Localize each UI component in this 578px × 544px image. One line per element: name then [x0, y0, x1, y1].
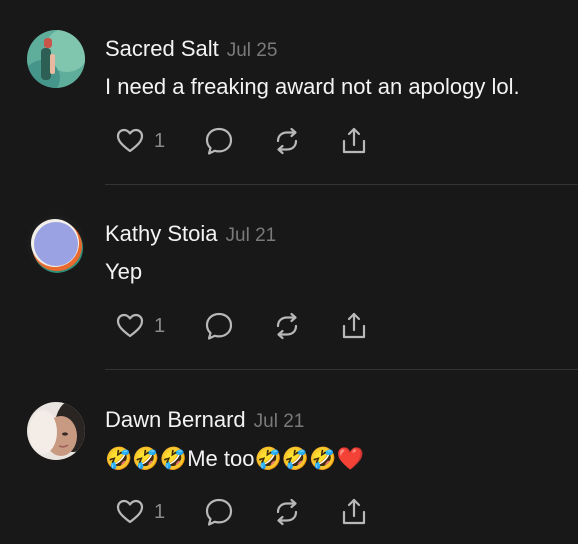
comment-date: Jul 21 [225, 225, 277, 246]
emoji-group: 🤣🤣🤣 [105, 446, 188, 471]
avatar[interactable] [27, 215, 85, 273]
share-button[interactable] [340, 125, 368, 157]
repost-icon [276, 498, 298, 526]
author-name[interactable]: Sacred Salt [105, 36, 219, 61]
share-icon [342, 312, 366, 339]
comment-header: Kathy Stoia Jul 21 [105, 221, 276, 247]
like-count: 1 [154, 500, 166, 523]
reply-button[interactable] [204, 310, 234, 342]
repost-icon [276, 127, 298, 155]
heart-icon [116, 128, 144, 153]
comment-text-words: Me too [187, 446, 255, 471]
heart-icon [116, 313, 144, 338]
comment-text: 🤣🤣🤣Me too🤣🤣🤣❤️ [105, 446, 364, 472]
author-name[interactable]: Dawn Bernard [105, 407, 246, 432]
comment-date: Jul 25 [226, 40, 278, 61]
repost-button[interactable] [272, 310, 302, 342]
author-name[interactable]: Kathy Stoia [105, 221, 218, 246]
repost-icon [276, 312, 298, 340]
comment-header: Dawn Bernard Jul 21 [105, 407, 304, 433]
divider [105, 184, 578, 185]
repost-button[interactable] [272, 496, 302, 528]
divider [105, 369, 578, 370]
like-button[interactable]: 1 [116, 125, 165, 157]
like-count: 1 [154, 129, 166, 152]
reply-button[interactable] [204, 125, 234, 157]
comment-bubble-icon [205, 312, 233, 340]
like-button[interactable]: 1 [116, 310, 165, 342]
reply-button[interactable] [204, 496, 234, 528]
share-button[interactable] [340, 310, 368, 342]
avatar[interactable] [27, 402, 85, 460]
avatar[interactable] [27, 30, 85, 88]
comment-bubble-icon [205, 498, 233, 526]
share-icon [342, 498, 366, 525]
share-icon [342, 127, 366, 154]
comment-text: Yep [105, 259, 143, 284]
comment-text: I need a freaking award not an apology l… [105, 74, 520, 99]
heart-icon [116, 499, 144, 524]
like-count: 1 [154, 314, 166, 337]
emoji-group: 🤣🤣🤣❤️ [254, 446, 365, 471]
comment-bubble-icon [205, 127, 233, 155]
comment-date: Jul 21 [253, 411, 305, 432]
comment-header: Sacred Salt Jul 25 [105, 36, 277, 62]
repost-button[interactable] [272, 125, 302, 157]
share-button[interactable] [340, 496, 368, 528]
like-button[interactable]: 1 [116, 496, 165, 528]
